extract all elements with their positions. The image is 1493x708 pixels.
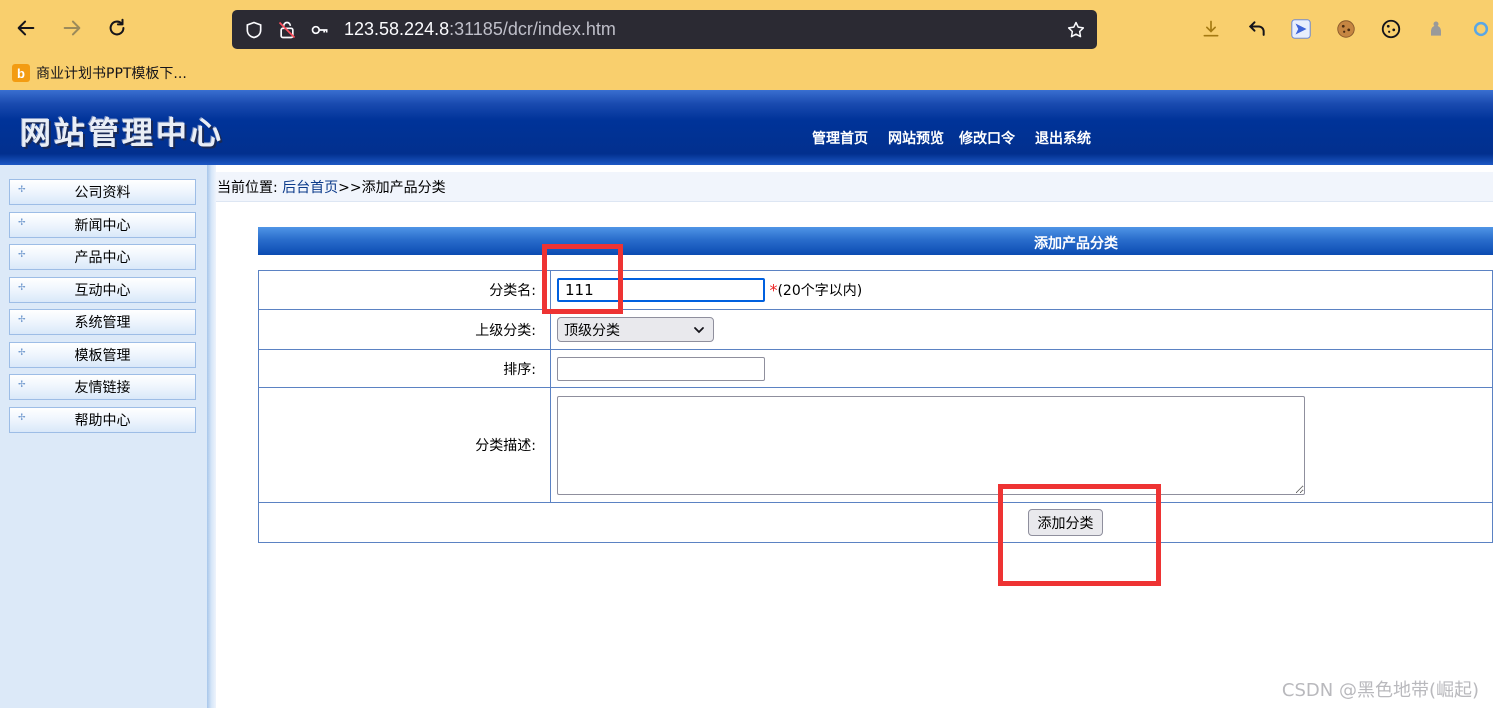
bing-icon: b xyxy=(12,64,30,82)
browser-toolbar: 123.58.224.8:31185/dcr/index.htm b 商业计划书… xyxy=(0,0,1493,90)
breadcrumb-home-link[interactable]: 后台首页 xyxy=(282,180,338,196)
category-form: 分类名: *(20个字以内) 上级分类: 顶级分类 排序: 分类描述: xyxy=(258,270,1493,543)
extension-figure-icon xyxy=(1431,21,1441,36)
breadcrumb-separator: >> xyxy=(338,180,362,196)
order-input[interactable] xyxy=(557,356,765,381)
description-label: 分类描述: xyxy=(258,387,551,503)
form-row-submit xyxy=(258,502,1493,543)
submit-cell xyxy=(258,502,1493,543)
sidebar-item-links[interactable]: ✢ 友情链接 xyxy=(9,374,196,400)
cookie-editor-extension[interactable] xyxy=(1380,18,1402,40)
sidebar-item-label: 模板管理 xyxy=(74,348,131,364)
sidebar-item-help[interactable]: ✢ 帮助中心 xyxy=(9,407,196,433)
forward-button[interactable] xyxy=(58,14,86,42)
download-button[interactable] xyxy=(1200,18,1222,40)
undo-extension[interactable] xyxy=(1246,18,1268,40)
sidebar-item-products[interactable]: ✢ 产品中心 xyxy=(9,244,196,270)
order-cell xyxy=(550,349,1493,388)
form-header: 添加产品分类 xyxy=(258,227,1493,255)
plus-icon: ✢ xyxy=(18,348,26,358)
sidebar-item-label: 互动中心 xyxy=(74,283,131,299)
nav-logout[interactable]: 退出系统 xyxy=(1035,128,1091,148)
bookmark-label: 商业计划书PPT模板下... xyxy=(36,66,187,82)
plus-icon: ✢ xyxy=(18,218,26,228)
chevron-down-icon xyxy=(694,326,704,333)
settings-extension[interactable] xyxy=(1470,18,1492,40)
form-row-description: 分类描述: xyxy=(258,387,1493,503)
star-icon[interactable] xyxy=(1066,20,1086,40)
description-textarea[interactable] xyxy=(557,395,1305,495)
sidebar-item-system[interactable]: ✢ 系统管理 xyxy=(9,309,196,335)
cookie-outline-icon xyxy=(1381,19,1401,39)
name-label: 分类名: xyxy=(258,270,551,310)
top-nav: 管理首页 网站预览 修改口令 退出系统 xyxy=(812,128,1091,148)
breadcrumb-prefix: 当前位置: xyxy=(217,180,278,196)
parent-label: 上级分类: xyxy=(258,309,551,350)
breadcrumb-text: 当前位置: 后台首页>>添加产品分类 xyxy=(217,177,446,197)
address-bar[interactable]: 123.58.224.8:31185/dcr/index.htm xyxy=(232,10,1097,49)
plus-icon: ✢ xyxy=(18,185,26,195)
breadcrumb-current: 添加产品分类 xyxy=(361,180,446,196)
name-hint: (20个字以内) xyxy=(777,283,863,299)
form-row-name: 分类名: *(20个字以内) xyxy=(258,270,1493,310)
plus-icon: ✢ xyxy=(18,380,26,390)
arrow-left-icon xyxy=(17,20,35,36)
cookie-extension[interactable] xyxy=(1335,18,1357,40)
sidebar-item-company[interactable]: ✢ 公司资料 xyxy=(9,179,196,205)
back-button[interactable] xyxy=(12,14,40,42)
breadcrumb: 当前位置: 后台首页>>添加产品分类 xyxy=(216,172,1493,202)
url-text[interactable]: 123.58.224.8:31185/dcr/index.htm xyxy=(344,19,616,40)
download-icon xyxy=(1203,20,1219,37)
sidebar-divider xyxy=(207,165,216,708)
nav-admin-home[interactable]: 管理首页 xyxy=(812,128,868,148)
bookmark-star-icon xyxy=(1291,19,1311,39)
gear-icon xyxy=(1473,21,1489,37)
order-label: 排序: xyxy=(258,349,551,388)
parent-cell: 顶级分类 xyxy=(550,309,1493,350)
bookmark-item[interactable]: b 商业计划书PPT模板下... xyxy=(12,62,187,84)
bookmark-extension[interactable] xyxy=(1290,18,1312,40)
description-cell xyxy=(550,387,1493,503)
plus-icon: ✢ xyxy=(18,283,26,293)
sidebar-item-label: 公司资料 xyxy=(74,185,131,201)
name-cell: *(20个字以内) xyxy=(550,270,1493,310)
sidebar-item-news[interactable]: ✢ 新闻中心 xyxy=(9,212,196,238)
form-row-parent: 上级分类: 顶级分类 xyxy=(258,309,1493,350)
sidebar-item-templates[interactable]: ✢ 模板管理 xyxy=(9,342,196,368)
url-host: 123.58.224.8 xyxy=(344,19,450,39)
plus-icon: ✢ xyxy=(18,250,26,260)
add-category-button[interactable]: 添加分类 xyxy=(1028,509,1103,536)
key-icon[interactable] xyxy=(310,20,330,40)
insecure-lock-icon[interactable] xyxy=(277,20,297,40)
parent-selected-value: 顶级分类 xyxy=(564,322,620,339)
shield-icon[interactable] xyxy=(244,20,264,40)
cookie-icon xyxy=(1337,20,1355,38)
form-title: 添加产品分类 xyxy=(1034,236,1118,252)
parent-category-select[interactable]: 顶级分类 xyxy=(557,317,714,342)
reload-icon xyxy=(109,18,125,36)
undo-arrow-icon xyxy=(1248,21,1265,36)
sidebar-item-label: 产品中心 xyxy=(74,250,131,266)
arrow-right-icon xyxy=(63,20,81,36)
site-logo: 网站管理中心 xyxy=(20,116,224,152)
url-path: :31185/dcr/index.htm xyxy=(449,19,616,39)
plus-icon: ✢ xyxy=(18,413,26,423)
sidebar-item-label: 帮助中心 xyxy=(74,413,131,429)
nav-site-preview[interactable]: 网站预览 xyxy=(888,128,944,148)
puzzle-extension[interactable] xyxy=(1425,18,1447,40)
sidebar-item-label: 友情链接 xyxy=(74,380,131,396)
plus-icon: ✢ xyxy=(18,315,26,325)
sidebar-item-label: 新闻中心 xyxy=(74,218,131,234)
site-header: 网站管理中心 管理首页 网站预览 修改口令 退出系统 xyxy=(0,90,1493,165)
sidebar-item-label: 系统管理 xyxy=(74,315,131,331)
sidebar-item-interaction[interactable]: ✢ 互动中心 xyxy=(9,277,196,303)
category-name-input[interactable] xyxy=(557,278,765,302)
reload-button[interactable] xyxy=(103,14,131,42)
watermark: CSDN @黑色地带(崛起) xyxy=(1281,680,1479,701)
nav-change-password[interactable]: 修改口令 xyxy=(959,128,1015,148)
form-row-order: 排序: xyxy=(258,349,1493,388)
